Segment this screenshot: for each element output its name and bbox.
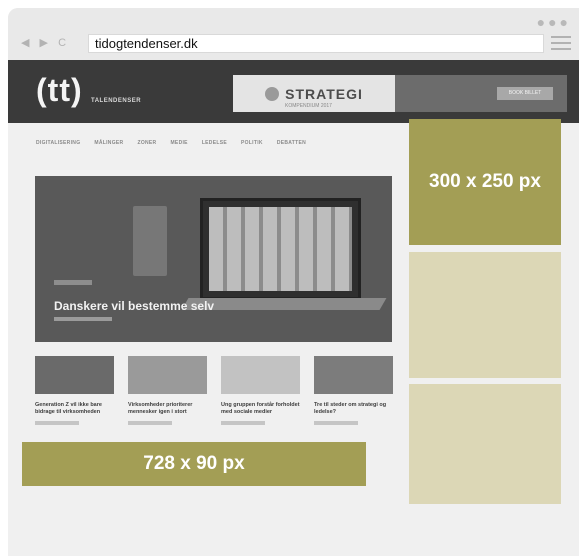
card-thumbnail [221,356,300,394]
card-title[interactable]: Tre til steder om strategi og ledelse? [314,402,393,416]
card-meta [35,421,79,425]
ad-slot-300x250: 300 x 250 px [409,119,561,245]
site-topnav: DIGITALISERING MÅLINGER ZONER MEDIE LEDE… [36,140,306,146]
window-dots: ●●● [536,14,571,30]
card-meta [314,421,358,425]
hero-article[interactable]: Danskere vil bestemme selv [35,176,392,342]
header-ad-word: STRATEGI [285,85,363,102]
site-logo-sub: TALENDENSER [91,98,142,104]
card-thumbnail [128,356,207,394]
header-promo: BOOK BILLET [395,75,567,112]
card-title[interactable]: Generation Z vil ikke bare bidrage til v… [35,402,114,416]
promo-button[interactable]: BOOK BILLET [497,87,553,100]
header-ad-banner[interactable]: STRATEGI KOMPENDIUM 2017 [233,75,395,112]
nav-item[interactable]: POLITIK [241,140,263,146]
hero-vase [133,206,167,276]
hero-laptop-image [200,198,361,300]
emblem-icon [265,86,280,101]
ad-slot-728x90: 728 x 90 px [22,442,366,486]
nav-item[interactable]: ZONER [137,140,156,146]
article-cards: Generation Z vil ikke bare bidrage til v… [35,356,393,425]
site-header: (tt) TALENDENSER STRATEGI KOMPENDIUM 201… [8,60,579,123]
card-title[interactable]: Ung gruppen forstår forholdet med social… [221,402,300,416]
card-thumbnail [35,356,114,394]
forward-icon[interactable]: ▶ [40,37,48,49]
header-ad-tagline: KOMPENDIUM 2017 [285,103,332,109]
hero-meta [54,317,112,321]
address-bar[interactable]: tidogtendenser.dk [88,34,544,53]
hero-tag [54,280,92,285]
card-thumbnail [314,356,393,394]
nav-item[interactable]: DEBATTEN [277,140,306,146]
nav-item[interactable]: MÅLINGER [94,140,123,146]
article-card[interactable]: Tre til steder om strategi og ledelse? [314,356,393,425]
card-title[interactable]: Virksomheder prioriterer mennesker igen … [128,402,207,416]
browser-nav: ◀ ▶ C [21,36,73,49]
nav-item[interactable]: LEDELSE [202,140,227,146]
card-meta [128,421,172,425]
nav-item[interactable]: DIGITALISERING [36,140,80,146]
browser-chrome: ●●● ◀ ▶ C tidogtendenser.dk [8,8,579,60]
card-meta [221,421,265,425]
back-icon[interactable]: ◀ [21,37,29,49]
article-card[interactable]: Generation Z vil ikke bare bidrage til v… [35,356,114,425]
article-card[interactable]: Virksomheder prioriterer mennesker igen … [128,356,207,425]
ad-slot-side-1 [409,252,561,378]
article-card[interactable]: Ung gruppen forstår forholdet med social… [221,356,300,425]
nav-item[interactable]: MEDIE [170,140,187,146]
reload-icon[interactable]: C [58,37,66,49]
site-logo[interactable]: (tt) [36,72,83,109]
hero-title[interactable]: Danskere vil bestemme selv [54,299,214,313]
ad-slot-side-2 [409,384,561,504]
hamburger-menu-icon[interactable] [551,36,571,50]
